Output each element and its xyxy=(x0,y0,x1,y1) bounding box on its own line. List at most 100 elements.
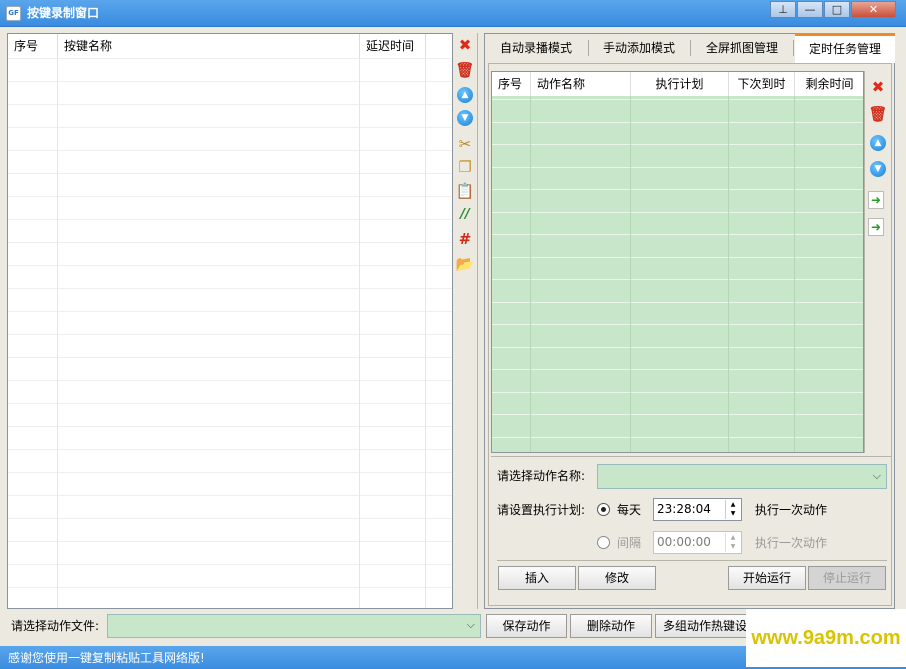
move-up-icon[interactable]: ▲ xyxy=(868,133,888,153)
table-row-line xyxy=(8,495,452,496)
action-file-select[interactable]: ⌵ xyxy=(107,614,481,638)
task-row-line xyxy=(492,166,863,168)
close-button[interactable]: ✕ xyxy=(851,1,896,18)
time-spinner[interactable]: ▲ ▼ xyxy=(725,500,740,519)
task-row-line xyxy=(492,99,863,100)
chevron-down-icon: ⌵ xyxy=(466,618,475,631)
delete-action-button[interactable]: 删除动作 xyxy=(570,614,652,638)
table-row-line xyxy=(8,587,452,588)
task-col-index[interactable]: 序号 xyxy=(492,72,531,96)
table-row-line xyxy=(8,564,452,565)
interval-label: 间隔 xyxy=(617,536,642,550)
tab-screen-capture[interactable]: 全屏抓图管理 xyxy=(694,34,790,62)
save-action-button[interactable]: 保存动作 xyxy=(486,614,567,638)
task-row-line xyxy=(492,234,863,235)
key-list-table[interactable]: 序号 按键名称 延迟时间 xyxy=(7,33,453,609)
table-row-line xyxy=(8,472,452,473)
tab-auto-record[interactable]: 自动录播模式 xyxy=(488,34,584,62)
plan-label: 请设置执行计划: xyxy=(497,503,586,517)
table-row-line xyxy=(8,196,452,197)
task-row-line xyxy=(492,324,863,325)
task-row-line xyxy=(492,414,863,415)
task-col-action-name[interactable]: 动作名称 xyxy=(531,72,631,96)
move-up-icon[interactable]: ▲ xyxy=(455,85,475,105)
interval-time-input[interactable]: 00:00:00 ▲ ▼ xyxy=(653,531,742,554)
table-row-line xyxy=(8,127,452,128)
daily-suffix: 执行一次动作 xyxy=(755,503,828,517)
task-row-line xyxy=(492,211,863,213)
left-toolbar: ✖ 🗑 ▲ ▼ ✂ ❐ 📋 // # 📂 xyxy=(453,33,478,609)
import-icon[interactable]: ➜ xyxy=(868,191,884,209)
col-header-index[interactable]: 序号 xyxy=(8,34,58,58)
modify-button[interactable]: 修改 xyxy=(578,566,656,590)
comment-icon[interactable]: // xyxy=(455,205,475,225)
interval-radio[interactable] xyxy=(597,536,610,549)
action-name-select[interactable]: ⌵ xyxy=(597,464,887,489)
watermark: www.9a9m.com xyxy=(746,609,906,667)
task-table[interactable]: 序号 动作名称 执行计划 下次到时 剩余时间 xyxy=(491,71,864,453)
status-text: 感谢您使用一键复制粘贴工具网络版! xyxy=(8,651,205,665)
table-row-line xyxy=(8,403,452,404)
paste-icon[interactable]: 📋 xyxy=(455,181,475,201)
delete-x-icon[interactable]: ✖ xyxy=(455,35,475,55)
col-header-delay[interactable]: 延迟时间 xyxy=(360,34,426,58)
hash-icon[interactable]: # xyxy=(455,229,475,249)
stop-run-button[interactable]: 停止运行 xyxy=(808,566,886,590)
action-name-label: 请选择动作名称: xyxy=(497,469,586,483)
task-row-line xyxy=(492,256,863,258)
daily-time-input[interactable]: 23:28:04 ▲ ▼ xyxy=(653,498,742,521)
table-row-line xyxy=(8,104,452,105)
daily-label: 每天 xyxy=(617,503,642,517)
start-run-button[interactable]: 开始运行 xyxy=(728,566,806,590)
task-row-line xyxy=(492,436,863,438)
cut-icon[interactable]: ✂ xyxy=(455,134,475,154)
task-row-line xyxy=(492,279,863,280)
table-row-line xyxy=(8,357,452,358)
table-row-line xyxy=(8,334,452,335)
task-col-plan[interactable]: 执行计划 xyxy=(631,72,729,96)
task-col-remaining[interactable]: 剩余时间 xyxy=(795,72,863,96)
copy-icon[interactable]: ❐ xyxy=(455,157,475,177)
table-row-line xyxy=(8,311,452,312)
move-down-icon[interactable]: ▼ xyxy=(868,159,888,179)
file-label: 请选择动作文件: xyxy=(11,619,100,633)
pin-button[interactable]: ⊥ xyxy=(770,1,796,18)
task-row-line xyxy=(492,369,863,370)
task-row-line xyxy=(492,301,863,303)
daily-radio[interactable] xyxy=(597,503,610,516)
insert-button[interactable]: 插入 xyxy=(498,566,576,590)
table-row-line xyxy=(8,288,452,289)
table-row-line xyxy=(8,265,452,266)
chevron-down-icon: ⌵ xyxy=(872,469,881,482)
delete-x-icon[interactable]: ✖ xyxy=(868,77,888,97)
right-toolbar: ✖ 🗑 ▲ ▼ ➜ ➜ xyxy=(864,71,892,453)
task-row-line xyxy=(492,121,863,123)
table-row-line xyxy=(8,219,452,220)
move-down-icon[interactable]: ▼ xyxy=(455,108,475,128)
interval-suffix: 执行一次动作 xyxy=(755,536,828,550)
task-col-next-time[interactable]: 下次到时 xyxy=(729,72,795,96)
window-title: 按键录制窗口 xyxy=(27,6,100,20)
task-row-line xyxy=(492,346,863,348)
app-icon: GF xyxy=(6,6,21,21)
trash-icon[interactable]: 🗑 xyxy=(868,104,888,124)
tab-scheduled-tasks[interactable]: 定时任务管理 xyxy=(795,33,895,63)
export-icon[interactable]: ➜ xyxy=(868,218,884,236)
table-row-line xyxy=(8,518,452,519)
maximize-button[interactable]: □ xyxy=(824,1,850,18)
interval-spinner[interactable]: ▲ ▼ xyxy=(725,533,740,552)
tab-manual-add[interactable]: 手动添加模式 xyxy=(592,34,686,62)
table-row-line xyxy=(8,242,452,243)
table-row-line xyxy=(8,541,452,542)
table-row-line xyxy=(8,81,452,82)
table-row-line xyxy=(8,426,452,427)
task-row-line xyxy=(492,144,863,145)
table-row-line xyxy=(8,380,452,381)
multi-hotkey-button[interactable]: 多组动作热键设 xyxy=(655,614,755,638)
table-row-line xyxy=(8,449,452,450)
folder-open-icon[interactable]: 📂 xyxy=(455,254,475,274)
table-row-line xyxy=(8,150,452,151)
trash-icon[interactable]: 🗑 xyxy=(455,60,475,80)
minimize-button[interactable]: — xyxy=(797,1,823,18)
col-header-key-name[interactable]: 按键名称 xyxy=(58,34,360,58)
